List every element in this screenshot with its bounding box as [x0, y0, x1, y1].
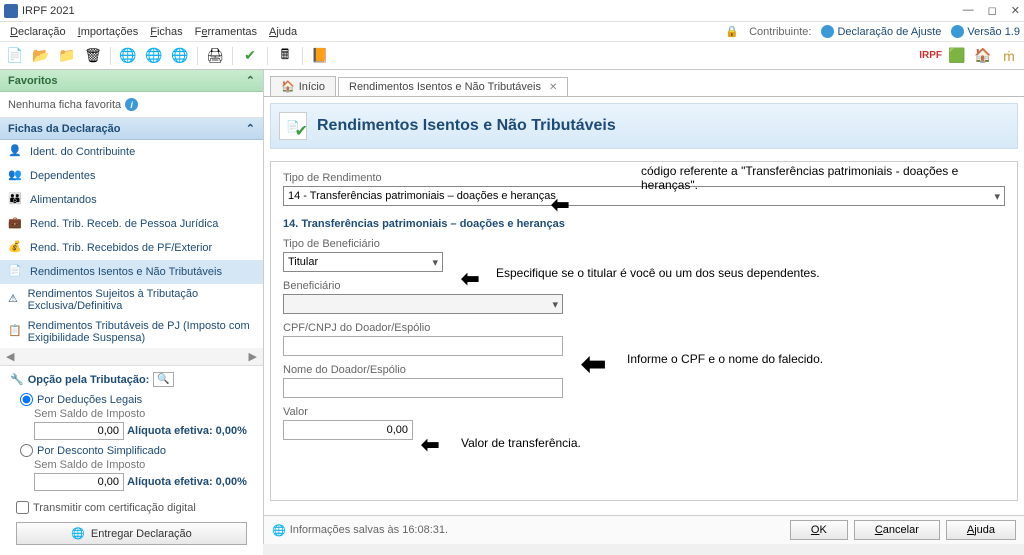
aliquota-1: Alíquota efetiva: 0,00% [127, 425, 247, 437]
sidebar-item-rend-pf[interactable]: 💰Rend. Trib. Recebidos de PF/Exterior [0, 236, 263, 260]
sem-saldo-2: Sem Saldo de Imposto [10, 459, 253, 471]
arrow-left-icon: ⬅ [581, 347, 606, 382]
collapse-icon[interactable]: ⌃ [246, 122, 255, 135]
arrow-left-icon: ⬅ [551, 192, 569, 218]
collapse-icon[interactable]: ⌃ [246, 74, 255, 87]
section-title: 14. Transferências patrimoniais – doaçõe… [283, 218, 1005, 230]
valor-label: Valor [283, 406, 1005, 418]
tipo-beneficiario-select[interactable]: Titular [283, 252, 443, 272]
nome-input[interactable] [283, 378, 563, 398]
close-doc-icon[interactable]: 📁 [56, 45, 78, 67]
home-icon[interactable]: 🏠 [972, 45, 994, 67]
irpf-logo: IRPF [919, 50, 942, 61]
print-icon[interactable]: 🖨 [204, 45, 226, 67]
menu-ferramentas[interactable]: Ferramentas [189, 24, 263, 40]
help-button[interactable]: Ajuda [946, 520, 1016, 540]
annotation-cpf-nome: Informe o CPF e o nome do falecido. [627, 352, 823, 366]
info-icon[interactable]: i [125, 98, 138, 111]
arrow-left-icon: ⬅ [461, 266, 479, 292]
person-icon[interactable]: ṁ [998, 45, 1020, 67]
radio-deducoes[interactable]: Por Deduções Legais [10, 391, 253, 408]
scroll-hint[interactable]: ◀▶ [0, 348, 263, 366]
page-icon: 📄 [279, 112, 307, 140]
annotation-codigo: código referente a "Transferências patri… [641, 164, 1017, 192]
fav-empty-text: Nenhuma ficha favorita i [8, 98, 255, 111]
contribuinte-label: Contribuinte: [749, 26, 811, 38]
open-folder-icon[interactable]: 📂 [30, 45, 52, 67]
sidebar-item-rend-suspensa[interactable]: 📋Rendimentos Tributáveis de PJ (Imposto … [0, 316, 263, 348]
globe1-icon[interactable]: 🌐 [117, 45, 139, 67]
check-icon[interactable]: ✔ [239, 45, 261, 67]
entregar-button[interactable]: 🌐Entregar Declaração [16, 522, 247, 545]
title-bar: IRPF 2021 — ◻ ✕ [0, 0, 1024, 22]
search-icon[interactable]: 🔍 [153, 372, 173, 387]
beneficiario-select [283, 294, 563, 314]
annotation-beneficiario: Especifique se o titular é você ou um do… [496, 266, 820, 280]
favoritos-label: Favoritos [8, 75, 58, 87]
app-icon [4, 4, 18, 18]
sidebar-item-rend-isentos[interactable]: 📄Rendimentos Isentos e Não Tributáveis [0, 260, 263, 284]
version-label: Versão 1.9 [967, 26, 1020, 38]
valor-simplificado: 0,00 [34, 473, 124, 491]
tipo-beneficiario-label: Tipo de Beneficiário [283, 238, 1005, 250]
cancel-button[interactable]: Cancelar [854, 520, 940, 540]
fichas-header-label: Fichas da Declaração [8, 123, 121, 135]
opcao-tributacao-header: 🔧Opção pela Tributação: 🔍 [10, 372, 253, 391]
beneficiario-label: Beneficiário [283, 280, 1005, 292]
version-icon [951, 25, 964, 38]
saved-info: Informações salvas às 16:08:31. [290, 524, 448, 536]
sidebar-item-dependentes[interactable]: 👥Dependentes [0, 164, 263, 188]
valor-input[interactable] [283, 420, 413, 440]
form-card: Tipo de Rendimento 14 - Transferências p… [270, 161, 1018, 501]
brasil-icon[interactable]: 🟩 [946, 45, 968, 67]
arrow-left-icon: ⬅ [421, 432, 439, 458]
globe3-icon[interactable]: 🌐 [169, 45, 191, 67]
book-icon[interactable]: 📙 [309, 45, 331, 67]
tab-inicio[interactable]: 🏠Início [270, 76, 336, 96]
checkbox-certificacao[interactable]: Transmitir com certificação digital [10, 493, 253, 518]
new-doc-icon[interactable]: 📄 [4, 45, 26, 67]
trash-icon[interactable]: 🗑 [82, 45, 104, 67]
tab-rendimentos[interactable]: Rendimentos Isentos e Não Tributáveis✕ [338, 77, 568, 96]
globe2-icon[interactable]: 🌐 [143, 45, 165, 67]
minimize-icon[interactable]: — [963, 4, 974, 17]
valor-deducoes: 0,00 [34, 422, 124, 440]
maximize-icon[interactable]: ◻ [988, 4, 997, 17]
lock-icon: 🔒 [725, 25, 739, 38]
close-icon[interactable]: ✕ [1011, 4, 1020, 17]
fichas-header[interactable]: Fichas da Declaração ⌃ [0, 118, 263, 140]
sidebar-item-rend-exclusiva[interactable]: ⚠Rendimentos Sujeitos à Tributação Exclu… [0, 284, 263, 316]
sem-saldo-1: Sem Saldo de Imposto [10, 408, 253, 420]
tab-close-icon[interactable]: ✕ [549, 82, 557, 93]
ok-button[interactable]: OK [790, 520, 848, 540]
radio-simplificado[interactable]: Por Desconto Simplificado [10, 442, 253, 459]
tabs-bar: 🏠Início Rendimentos Isentos e Não Tribut… [264, 70, 1024, 97]
ficha-list: 👤Ident. do Contribuinte 👥Dependentes 👪Al… [0, 140, 263, 348]
page-title-bar: 📄 Rendimentos Isentos e Não Tributáveis [270, 103, 1018, 149]
footer-bar: 🌐Informações salvas às 16:08:31. OK Canc… [264, 515, 1024, 544]
menu-ajuda[interactable]: Ajuda [263, 24, 303, 40]
favoritos-header[interactable]: Favoritos ⌃ [0, 70, 263, 92]
sidebar: Favoritos ⌃ Nenhuma ficha favorita i Fic… [0, 70, 264, 544]
annotation-valor: Valor de transferência. [461, 436, 581, 450]
window-title: IRPF 2021 [22, 5, 75, 17]
toolbar: 📄 📂 📁 🗑 🌐 🌐 🌐 🖨 ✔ 🖩 📙 IRPF 🟩 🏠 ṁ [0, 42, 1024, 70]
adjust-icon [821, 25, 834, 38]
menu-declaracao[interactable]: Declaração [4, 24, 72, 40]
sidebar-item-alimentandos[interactable]: 👪Alimentandos [0, 188, 263, 212]
cpf-input[interactable] [283, 336, 563, 356]
sidebar-item-ident[interactable]: 👤Ident. do Contribuinte [0, 140, 263, 164]
page-title: Rendimentos Isentos e Não Tributáveis [317, 117, 616, 135]
menu-importacoes[interactable]: Importações [72, 24, 145, 40]
decl-ajuste-label: Declaração de Ajuste [837, 26, 941, 38]
sidebar-item-rend-pj[interactable]: 💼Rend. Trib. Receb. de Pessoa Jurídica [0, 212, 263, 236]
content-area: 🏠Início Rendimentos Isentos e Não Tribut… [264, 70, 1024, 544]
aliquota-2: Alíquota efetiva: 0,00% [127, 476, 247, 488]
calculator-icon[interactable]: 🖩 [274, 45, 296, 67]
cpf-label: CPF/CNPJ do Doador/Espólio [283, 322, 1005, 334]
menu-bar: Declaração Importações Fichas Ferramenta… [0, 22, 1024, 42]
menu-fichas[interactable]: Fichas [144, 24, 188, 40]
